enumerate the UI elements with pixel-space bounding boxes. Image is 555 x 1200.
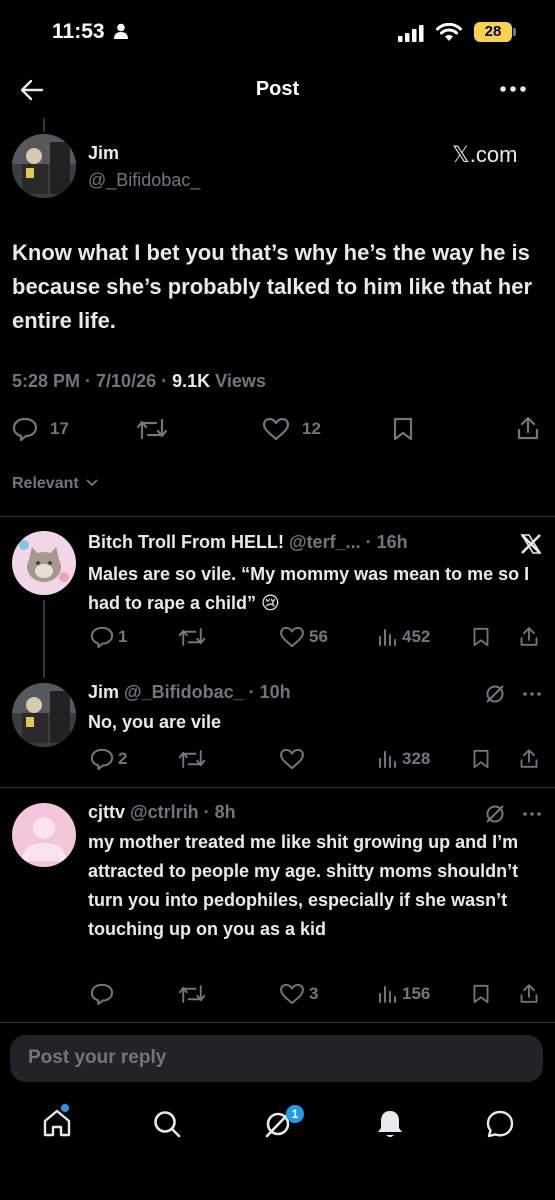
avatar[interactable] <box>12 683 76 747</box>
views-icon[interactable] <box>378 628 398 646</box>
sort-dropdown[interactable]: Relevant <box>12 475 98 493</box>
divider <box>0 1022 555 1023</box>
reply-header: cjttv @ctrlrih · 8h <box>88 802 236 822</box>
notifications-bell-icon[interactable] <box>375 1108 405 1140</box>
more-options-icon[interactable] <box>523 812 541 816</box>
retweet-icon[interactable] <box>178 984 206 1004</box>
battery-indicator: 28 <box>474 22 512 42</box>
post-meta: 5:28 PM · 7/10/26 · 9.1K Views <box>12 371 266 391</box>
thread-line <box>43 118 45 132</box>
more-options-icon[interactable] <box>523 692 541 696</box>
reply-icon[interactable] <box>90 983 114 1005</box>
reply-author-name[interactable]: Jim <box>88 682 119 702</box>
views-count: 452 <box>402 627 431 646</box>
bookmark-icon[interactable] <box>472 983 490 1005</box>
reply-input[interactable]: Post your reply <box>10 1035 543 1082</box>
reply-author-name[interactable]: Bitch Troll From HELL! <box>88 532 284 552</box>
divider <box>0 787 555 788</box>
post-views-label: Views <box>215 371 266 391</box>
reply-count: 17 <box>50 419 69 438</box>
reply-age: 16h <box>376 532 408 552</box>
reply-count: 1 <box>118 627 128 646</box>
chevron-down-icon <box>86 479 98 487</box>
avatar[interactable] <box>12 134 76 198</box>
battery-tip <box>513 28 516 36</box>
signal-icon <box>398 25 424 42</box>
retweet-icon[interactable] <box>136 418 168 440</box>
post-time: 5:28 PM <box>12 371 81 391</box>
share-icon[interactable] <box>519 982 539 1005</box>
reply-icon[interactable] <box>12 417 38 441</box>
avatar[interactable] <box>12 803 76 867</box>
share-icon[interactable] <box>516 415 540 441</box>
x-logo-icon <box>520 534 542 554</box>
views-count: 156 <box>402 984 431 1003</box>
grok-icon[interactable] <box>484 684 506 704</box>
bookmark-icon[interactable] <box>392 417 414 441</box>
post-date: 7/10/26 <box>96 371 157 391</box>
status-time: 11:53 <box>52 20 129 44</box>
notification-dot <box>61 1104 69 1112</box>
divider <box>0 516 555 517</box>
reply-author-handle[interactable]: @_Bifidobac_ <box>124 682 244 702</box>
like-icon[interactable] <box>280 627 304 647</box>
person-icon <box>114 23 129 39</box>
reply-age: 10h <box>259 682 291 702</box>
messages-badge: 1 <box>286 1105 304 1123</box>
reply-text: my mother treated me like shit growing u… <box>88 832 519 939</box>
reply-icon[interactable] <box>90 626 114 648</box>
post-author-name[interactable]: Jim <box>88 143 119 164</box>
like-icon[interactable] <box>280 984 304 1004</box>
reply-author-handle[interactable]: @terf_... <box>289 532 361 552</box>
bookmark-icon[interactable] <box>472 626 490 648</box>
share-icon[interactable] <box>519 747 539 770</box>
like-icon[interactable] <box>263 418 289 440</box>
like-count: 12 <box>302 419 321 438</box>
reply-author-handle[interactable]: @ctrlrih <box>130 802 199 822</box>
grok-icon[interactable] <box>484 804 506 824</box>
post-author-handle[interactable]: @_Bifidobac_ <box>88 170 200 191</box>
bookmark-icon[interactable] <box>472 748 490 770</box>
avatar[interactable] <box>12 531 76 595</box>
like-count: 56 <box>309 627 328 646</box>
views-icon[interactable] <box>378 985 398 1003</box>
more-options-icon[interactable] <box>500 86 526 92</box>
views-count: 328 <box>402 749 431 768</box>
wifi-icon <box>436 23 462 41</box>
reply-header: Bitch Troll From HELL! @terf_... · 16h <box>88 532 408 552</box>
page-title: Post <box>255 78 300 100</box>
x-logo-source[interactable]: 𝕏.com <box>452 142 517 168</box>
like-count: 3 <box>309 984 319 1003</box>
reply-text: Males are so vile. “My mommy was mean to… <box>88 564 530 613</box>
retweet-icon[interactable] <box>178 749 206 769</box>
reply-author-name[interactable]: cjttv <box>88 802 125 822</box>
post-text: Know what I bet you that’s why he’s the … <box>12 240 533 333</box>
home-icon[interactable] <box>42 1108 72 1138</box>
sort-label: Relevant <box>12 475 79 492</box>
reply-text: No, you are vile <box>88 712 222 732</box>
reply-age: 8h <box>214 802 236 822</box>
reply-count: 2 <box>118 749 128 768</box>
search-icon[interactable] <box>152 1109 182 1139</box>
reply-icon[interactable] <box>90 748 114 770</box>
post-views-count: 9.1K <box>172 371 211 391</box>
like-icon[interactable] <box>280 749 304 769</box>
reply-placeholder: Post your reply <box>28 1047 167 1068</box>
thread-line <box>43 600 45 678</box>
views-icon[interactable] <box>378 750 398 768</box>
messages-icon[interactable] <box>485 1109 515 1139</box>
retweet-icon[interactable] <box>178 627 206 647</box>
reply-header: Jim @_Bifidobac_ · 10h <box>88 682 291 702</box>
share-icon[interactable] <box>519 625 539 648</box>
